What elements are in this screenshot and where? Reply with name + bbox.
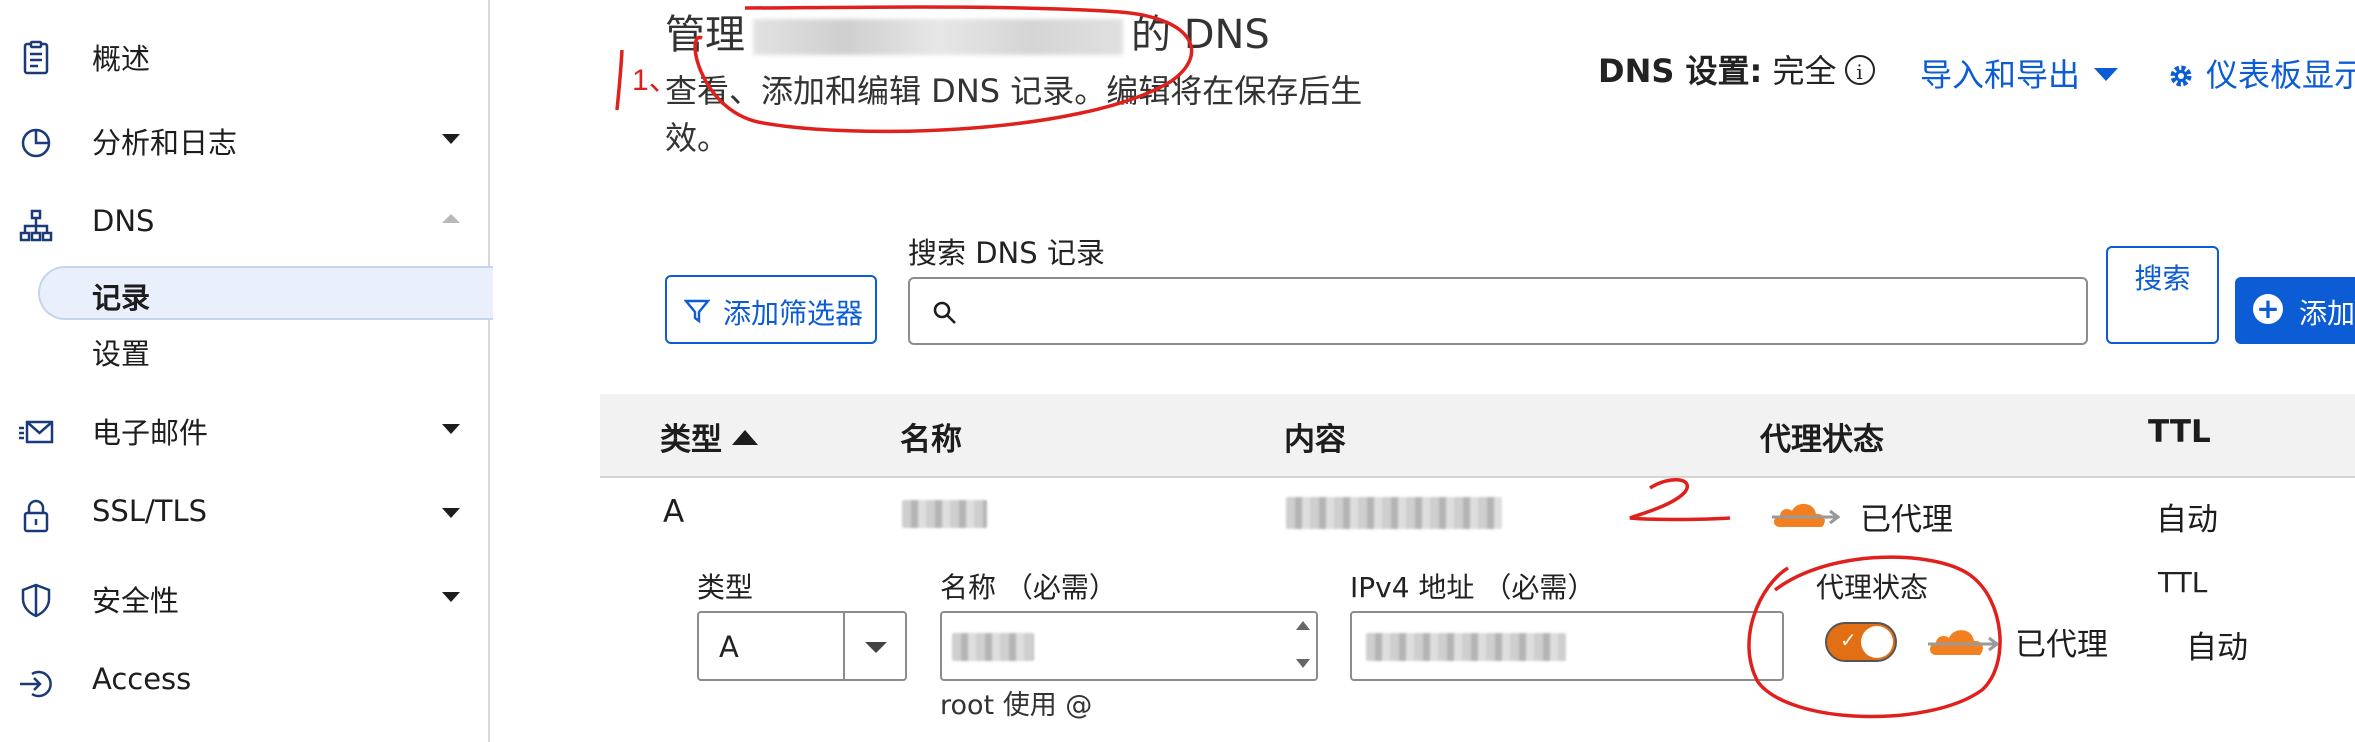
info-icon[interactable]: i bbox=[1844, 55, 1875, 85]
redacted-domain bbox=[753, 19, 1123, 55]
chevron-down-icon bbox=[865, 642, 887, 653]
mail-icon bbox=[19, 420, 54, 444]
sidebar-item-label: DNS bbox=[92, 204, 155, 238]
sidebar-item-analytics[interactable]: 分析和日志 bbox=[0, 108, 488, 168]
plus-icon: + bbox=[2253, 294, 2283, 324]
type-select[interactable]: A bbox=[697, 611, 907, 681]
import-export-dropdown[interactable]: 导入和导出 bbox=[1920, 50, 2119, 96]
type-field-label: 类型 bbox=[697, 571, 754, 604]
redacted-name-value bbox=[952, 633, 1034, 661]
dns-setting-label: DNS 设置: bbox=[1598, 52, 1763, 90]
page-description: 查看、添加和编辑 DNS 记录。编辑将在保存后生效。 bbox=[665, 72, 1363, 157]
annotation-label-2: 2 bbox=[1696, 479, 1697, 481]
add-record-button[interactable]: + 添加 bbox=[2235, 277, 2355, 344]
toggle-knob bbox=[1861, 626, 1893, 658]
dashboard-display-link[interactable]: 仪表板显示 bbox=[2168, 50, 2355, 96]
ttl-value: 自动 bbox=[2186, 630, 2248, 666]
sidebar: 概述 分析和日志 DNS 记录 设置 电子邮件 SSL/TLS 安全性 Acce… bbox=[0, 0, 493, 742]
name-input[interactable] bbox=[940, 611, 1318, 681]
sidebar-item-overview[interactable]: 概述 bbox=[0, 24, 488, 84]
sidebar-subitem-records-label: 记录 bbox=[92, 281, 151, 315]
column-type[interactable]: 类型 bbox=[660, 414, 758, 459]
sort-ascending-icon bbox=[732, 430, 758, 445]
row-proxy-status: 已代理 bbox=[1860, 502, 1953, 538]
sidebar-subitem-settings[interactable]: 设置 bbox=[92, 331, 150, 373]
annotation-stroke-1 bbox=[615, 49, 624, 111]
column-type-label: 类型 bbox=[660, 422, 722, 458]
proxy-status-value: 已代理 bbox=[2015, 627, 2108, 663]
page-title: 管理 的 DNS bbox=[665, 2, 1270, 60]
sidebar-item-email[interactable]: 电子邮件 bbox=[0, 398, 488, 458]
spin-up-icon[interactable] bbox=[1296, 621, 1310, 630]
ipv4-input[interactable] bbox=[1350, 611, 1784, 681]
add-record-label: 添加 bbox=[2299, 297, 2355, 330]
document-icon bbox=[23, 40, 49, 75]
chevron-down-icon bbox=[2094, 68, 2119, 81]
column-name[interactable]: 名称 bbox=[900, 414, 962, 459]
column-ttl[interactable]: TTL bbox=[2148, 414, 2211, 450]
select-divider bbox=[843, 613, 845, 679]
page-title-suffix: 的 DNS bbox=[1131, 12, 1270, 58]
column-content[interactable]: 内容 bbox=[1284, 414, 1346, 459]
chevron-down-icon[interactable] bbox=[442, 134, 460, 144]
page-title-prefix: 管理 bbox=[665, 12, 745, 58]
ttl-field-label: TTL bbox=[2158, 566, 2208, 599]
sidebar-item-security[interactable]: 安全性 bbox=[0, 566, 488, 626]
sidebar-item-label: 安全性 bbox=[92, 584, 180, 618]
row-type: A bbox=[663, 494, 685, 530]
annotation-stroke-2 bbox=[1629, 477, 1731, 522]
proxy-status-field-label: 代理状态 bbox=[1816, 571, 1929, 604]
chevron-down-icon[interactable] bbox=[442, 424, 460, 434]
sidebar-item-dns[interactable]: DNS bbox=[0, 192, 488, 252]
spin-down-icon[interactable] bbox=[1296, 659, 1310, 668]
chevron-down-icon[interactable] bbox=[442, 508, 460, 518]
add-filter-button[interactable]: 添加筛选器 bbox=[665, 275, 877, 344]
column-proxy-status[interactable]: 代理状态 bbox=[1760, 414, 1884, 459]
gear-icon bbox=[2170, 65, 2192, 87]
filter-icon bbox=[684, 299, 710, 324]
dns-setting: DNS 设置: 完全 i bbox=[1598, 46, 1875, 92]
check-icon: ✓ bbox=[1840, 628, 1857, 652]
pie-chart-icon bbox=[21, 128, 51, 158]
lock-icon bbox=[23, 499, 49, 533]
sidebar-item-label: Access bbox=[92, 662, 192, 696]
dashboard-display-label: 仪表板显示 bbox=[2206, 56, 2355, 94]
access-icon bbox=[20, 670, 52, 698]
redacted-content bbox=[1286, 497, 1502, 529]
search-button[interactable]: 搜索 bbox=[2106, 246, 2219, 344]
cloud-proxied-icon bbox=[1928, 630, 2000, 655]
add-filter-label: 添加筛选器 bbox=[723, 297, 864, 330]
chevron-down-icon[interactable] bbox=[442, 592, 460, 602]
ipv4-field-label: IPv4 地址 （必需） bbox=[1350, 571, 1596, 604]
redacted-ipv4-value bbox=[1366, 633, 1566, 661]
sidebar-item-label: 概述 bbox=[92, 42, 151, 76]
type-select-value: A bbox=[719, 630, 739, 664]
redacted-name bbox=[902, 500, 987, 528]
row-ttl: 自动 bbox=[2156, 502, 2218, 538]
sidebar-item-label: 电子邮件 bbox=[92, 416, 209, 450]
chevron-up-icon[interactable] bbox=[442, 214, 460, 223]
search-input[interactable] bbox=[908, 277, 2088, 345]
search-icon bbox=[933, 301, 956, 324]
table-header: 类型 名称 内容 代理状态 TTL bbox=[600, 394, 2355, 478]
search-label: 搜索 DNS 记录 bbox=[908, 236, 1105, 270]
sidebar-item-label: 分析和日志 bbox=[92, 126, 238, 160]
cloud-proxied-icon bbox=[1772, 503, 1840, 527]
import-export-label: 导入和导出 bbox=[1920, 56, 2081, 94]
shield-icon bbox=[21, 583, 51, 618]
dns-setting-value: 完全 bbox=[1772, 52, 1837, 90]
sidebar-item-access[interactable]: Access bbox=[0, 650, 488, 710]
proxy-toggle[interactable]: ✓ bbox=[1825, 622, 1897, 662]
sitemap-icon bbox=[19, 209, 53, 242]
sidebar-item-label: SSL/TLS bbox=[92, 494, 208, 528]
sidebar-item-ssl-tls[interactable]: SSL/TLS bbox=[0, 482, 488, 542]
name-field-hint: root 使用 @ bbox=[940, 690, 1093, 721]
name-field-label: 名称 （必需） bbox=[940, 571, 1117, 604]
